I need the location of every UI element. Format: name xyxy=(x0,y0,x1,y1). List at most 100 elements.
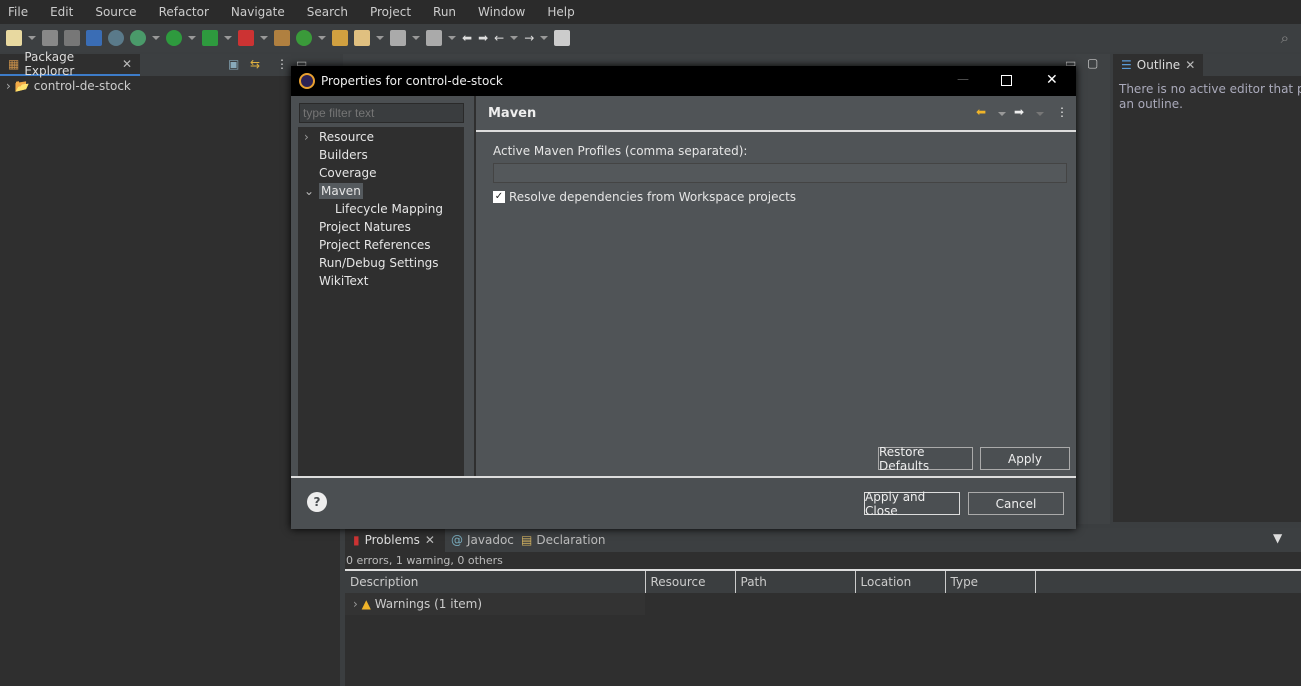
new-package-icon[interactable] xyxy=(274,30,290,46)
external-tools-icon[interactable] xyxy=(238,30,254,46)
table-row[interactable]: › ▲ Warnings (1 item) xyxy=(345,593,1301,615)
forward-icon[interactable]: ➡ xyxy=(1014,105,1024,119)
menu-project[interactable]: Project xyxy=(362,5,419,19)
maven-page: Maven ⬅ ➡ ⋮ Active Maven Profiles (comma… xyxy=(476,96,1076,476)
resolve-workspace-checkbox[interactable]: ✓ Resolve dependencies from Workspace pr… xyxy=(493,190,796,204)
link-with-editor-icon[interactable]: ⇆ xyxy=(250,57,260,71)
tab-problems[interactable]: ▮ Problems ✕ xyxy=(345,528,445,552)
next-annotation-icon[interactable] xyxy=(390,30,406,46)
new-icon[interactable] xyxy=(6,30,22,46)
menu-edit[interactable]: Edit xyxy=(42,5,81,19)
menu-bar: File Edit Source Refactor Navigate Searc… xyxy=(0,0,1301,24)
collapse-all-icon[interactable]: ▣ xyxy=(228,57,239,71)
menu-window[interactable]: Window xyxy=(470,5,533,19)
tree-item-resource[interactable]: › Resource xyxy=(298,128,464,146)
close-icon[interactable]: ✕ xyxy=(122,57,132,71)
new-class-icon[interactable] xyxy=(296,30,312,46)
cancel-button[interactable]: Cancel xyxy=(968,492,1064,515)
previous-annotation-icon[interactable] xyxy=(426,30,442,46)
chevron-right-icon[interactable]: › xyxy=(304,128,319,146)
filter-input[interactable] xyxy=(299,103,464,123)
close-icon[interactable]: ✕ xyxy=(1185,58,1195,72)
dialog-title: Properties for control-de-stock xyxy=(321,74,503,88)
declaration-icon: ▤ xyxy=(521,533,533,547)
tree-item-run-debug-settings[interactable]: Run/Debug Settings xyxy=(298,254,464,272)
menu-source[interactable]: Source xyxy=(87,5,144,19)
close-button[interactable]: ✕ xyxy=(1046,72,1058,88)
maximize-button[interactable] xyxy=(1001,75,1012,86)
warning-icon: ▲ xyxy=(361,597,371,611)
tree-item-project-references[interactable]: Project References xyxy=(298,236,464,254)
chevron-down-icon[interactable]: ⌄ xyxy=(304,182,319,200)
skip-breakpoints-icon[interactable] xyxy=(108,30,124,46)
problems-summary: 0 errors, 1 warning, 0 others xyxy=(346,554,503,567)
tree-item-maven[interactable]: ⌄ Maven xyxy=(298,182,464,200)
property-tree: › Resource Builders Coverage ⌄ Maven Lifec… xyxy=(298,127,464,476)
outline-panel: ☰ Outline ✕ There is no active editor th… xyxy=(1113,54,1301,522)
tree-item-builders[interactable]: Builders xyxy=(298,146,464,164)
help-icon[interactable]: ? xyxy=(307,492,327,512)
problems-table: Description Resource Path Location Type … xyxy=(345,569,1301,615)
profiles-label: Active Maven Profiles (comma separated): xyxy=(493,144,748,158)
maximize-icon[interactable]: ▢ xyxy=(1087,56,1098,70)
forward-icon[interactable]: → xyxy=(524,31,534,45)
tab-declaration[interactable]: ▤ Declaration xyxy=(521,533,606,547)
filter-icon[interactable]: ▼ xyxy=(1273,531,1282,545)
back-icon[interactable]: ← xyxy=(494,31,504,45)
back-icon[interactable]: ⬅ xyxy=(976,105,986,119)
column-description[interactable]: Description xyxy=(345,570,646,593)
package-explorer-panel: ▦ Package Explorer ✕ ▣ ⇆ ⋮ ▭ › 📂 control… xyxy=(0,50,340,686)
forward-edit-icon[interactable]: ➡ xyxy=(478,31,488,45)
menu-file[interactable]: File xyxy=(0,5,36,19)
maven-project-icon: 📂 xyxy=(14,79,30,93)
project-tree-item[interactable]: › 📂 control-de-stock xyxy=(0,76,340,96)
menu-search[interactable]: Search xyxy=(299,5,356,19)
chevron-right-icon[interactable]: › xyxy=(6,79,11,93)
outline-icon: ☰ xyxy=(1121,58,1132,72)
eclipse-icon xyxy=(299,73,315,89)
debug-icon[interactable] xyxy=(130,30,146,46)
problems-panel: ▮ Problems ✕ @ Javadoc ▤ Declaration ▼ 0 e… xyxy=(345,528,1301,686)
outline-message: There is no active editor that provides … xyxy=(1119,82,1301,111)
terminal-icon[interactable] xyxy=(86,30,102,46)
checkbox-checked-icon[interactable]: ✓ xyxy=(493,191,505,203)
open-type-icon[interactable] xyxy=(332,30,348,46)
search-icon[interactable]: ⌕ xyxy=(1281,29,1289,47)
minimize-button[interactable]: — xyxy=(957,72,969,86)
run-icon[interactable] xyxy=(166,30,182,46)
menu-refactor[interactable]: Refactor xyxy=(151,5,217,19)
menu-help[interactable]: Help xyxy=(539,5,582,19)
column-location[interactable]: Location xyxy=(855,570,946,593)
last-edit-icon[interactable]: ⬅ xyxy=(462,31,472,45)
tab-javadoc[interactable]: @ Javadoc xyxy=(451,533,514,547)
apply-and-close-button[interactable]: Apply and Close xyxy=(864,490,960,518)
column-type[interactable]: Type xyxy=(945,570,1036,593)
profiles-input[interactable] xyxy=(493,163,1067,183)
restore-defaults-button[interactable]: Restore Defaults xyxy=(878,445,973,473)
view-menu-icon[interactable]: ⋮ xyxy=(276,57,288,71)
tab-package-explorer[interactable]: ▦ Package Explorer ✕ xyxy=(0,50,140,78)
tree-item-project-natures[interactable]: Project Natures xyxy=(298,218,464,236)
open-perspective-icon[interactable] xyxy=(554,30,571,46)
tree-item-wikitext[interactable]: WikiText xyxy=(298,272,464,290)
dialog-title-bar: Properties for control-de-stock — ✕ xyxy=(291,66,1076,96)
view-menu-icon[interactable]: ⋮ xyxy=(1056,105,1068,119)
problems-icon: ▮ xyxy=(353,533,360,547)
toolbar: ⬅ ➡ ← → ⌕ xyxy=(0,24,1301,52)
tree-item-lifecycle-mapping[interactable]: Lifecycle Mapping xyxy=(298,200,464,218)
tab-outline[interactable]: ☰ Outline ✕ xyxy=(1113,54,1203,76)
coverage-icon[interactable] xyxy=(202,30,218,46)
menu-navigate[interactable]: Navigate xyxy=(223,5,293,19)
tree-item-coverage[interactable]: Coverage xyxy=(298,164,464,182)
save-all-icon[interactable] xyxy=(64,30,80,46)
column-path[interactable]: Path xyxy=(735,570,856,593)
save-icon[interactable] xyxy=(42,30,58,46)
column-resource[interactable]: Resource xyxy=(645,570,736,593)
javadoc-icon: @ xyxy=(451,533,463,547)
menu-run[interactable]: Run xyxy=(425,5,464,19)
package-explorer-icon: ▦ xyxy=(8,57,20,71)
pen-icon[interactable] xyxy=(354,30,370,46)
apply-button[interactable]: Apply xyxy=(980,447,1070,470)
close-icon[interactable]: ✕ xyxy=(425,533,435,547)
chevron-right-icon[interactable]: › xyxy=(353,597,358,611)
